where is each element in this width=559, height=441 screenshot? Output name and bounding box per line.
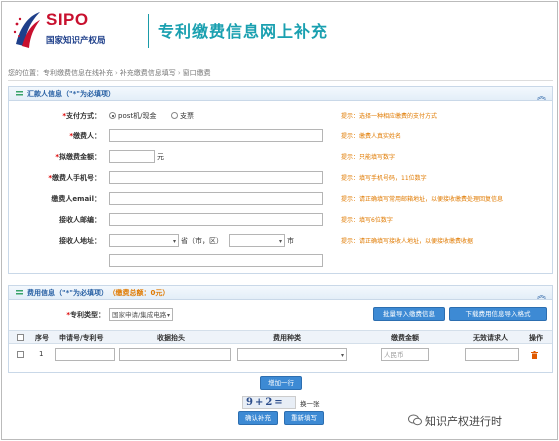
address-label: 接收人地址： <box>59 237 101 245</box>
amount-row: *拟缴费金额： 元 提示：只能填写数字 <box>9 150 552 164</box>
breadcrumb: 您的位置：专利缴费信息在线补充 › 补充缴费信息填写 › 窗口缴费 <box>8 68 211 78</box>
col-fee-type: 费用种类 <box>273 334 301 342</box>
sipo-emblem-icon <box>13 12 40 48</box>
page-frame: SIPO 国家知识产权局 专利缴费信息网上补充 您的位置：专利缴费信息在线补充 ›… <box>1 1 558 440</box>
postcode-label: 接收人邮编： <box>59 216 101 224</box>
payment-method-hint: 提示：选择一种相应缴费的支付方式 <box>341 113 438 120</box>
fee-type-select[interactable]: ▾ <box>237 348 347 361</box>
phone-row: *缴费人手机号： 提示：填写手机号码，11位数字 <box>9 171 552 185</box>
watermark-text: 知识产权进行时 <box>425 415 502 428</box>
amount-cell-input[interactable]: 人民币 <box>381 348 429 361</box>
chevron-down-icon: ▾ <box>166 312 170 319</box>
wechat-icon <box>408 414 422 426</box>
payer-info-panel: 汇款人信息（"*"为必填项） ︽ *支付方式： post机/现金 支票 提示：选… <box>8 86 553 274</box>
col-amount: 缴费金额 <box>391 334 419 342</box>
address-hint: 提示：请正确填写接收人地址，以便接收缴费收据 <box>341 238 474 245</box>
batch-import-button[interactable]: 批量导入缴费信息 <box>373 307 445 321</box>
payer-panel-title: 汇款人信息（"*"为必填项） <box>27 90 115 98</box>
email-input[interactable] <box>109 192 323 205</box>
patent-type-select[interactable]: 国家申请/集成电路 ▾ <box>109 308 173 321</box>
site-header: SIPO 国家知识产权局 专利缴费信息网上补充 <box>2 2 557 60</box>
address-detail-row <box>9 254 552 268</box>
phone-hint: 提示：填写手机号码，11位数字 <box>341 175 427 182</box>
sipo-logo[interactable]: SIPO 国家知识产权局 <box>10 8 146 54</box>
payer-panel-header: 汇款人信息（"*"为必填项） ︽ <box>9 87 552 102</box>
breadcrumb-separator: › <box>177 69 181 77</box>
amount-unit: 元 <box>157 153 164 161</box>
city-select[interactable]: ▾ <box>229 234 285 247</box>
breadcrumb-item: 窗口缴费 <box>182 69 211 77</box>
payment-method-label: *支付方式： <box>62 112 101 120</box>
phone-label: *缴费人手机号： <box>48 174 101 182</box>
radio-post-selected[interactable] <box>109 112 116 119</box>
col-invalid-requester: 无效请求人 <box>473 334 508 342</box>
header-divider <box>148 14 149 48</box>
collapse-chevron-icon[interactable]: ︽ <box>537 288 546 301</box>
phone-input[interactable] <box>109 171 323 184</box>
reset-button[interactable]: 重新填写 <box>284 411 324 425</box>
captcha-image: 9+2= <box>242 396 296 409</box>
select-all-checkbox[interactable] <box>17 334 24 341</box>
email-label: 缴费人email： <box>51 195 101 203</box>
fee-total: （缴费总额：0元） <box>111 289 170 297</box>
collapse-chevron-icon[interactable]: ︽ <box>537 89 546 102</box>
add-row-button[interactable]: 增加一行 <box>260 376 302 390</box>
payer-name-hint: 提示：缴费人真实姓名 <box>341 133 402 140</box>
payment-option-post[interactable]: post机/现金 <box>109 111 156 121</box>
payment-method-row: *支付方式： post机/现金 支票 提示：选择一种相应缴费的支付方式 <box>9 109 552 123</box>
patent-type-row: *专利类型： 国家申请/集成电路 ▾ 批量导入缴费信息 下载费用信息导入格式 <box>9 307 552 322</box>
fee-panel-header: 费用信息（"*"为必填项） （缴费总额：0元） ︽ <box>9 286 552 301</box>
postcode-input[interactable] <box>109 213 323 226</box>
amount-input[interactable] <box>109 150 155 163</box>
email-row: 缴费人email： 提示：请正确填写常用邮箱地址，以便接收缴费处理回复信息 <box>9 192 552 206</box>
city-suffix: 市 <box>287 237 294 245</box>
province-suffix: 省（市，区） <box>181 237 223 245</box>
postcode-row: 接收人邮编： 提示：填写6位数字 <box>9 213 552 227</box>
province-select[interactable]: ▾ <box>109 234 179 247</box>
download-template-button[interactable]: 下载费用信息导入格式 <box>449 307 547 321</box>
panel-bars-icon <box>16 91 23 97</box>
row-index: 1 <box>39 350 44 358</box>
receipt-title-input[interactable] <box>119 348 231 361</box>
patent-type-label: *专利类型： <box>66 311 105 319</box>
confirm-button[interactable]: 确认补充 <box>238 411 278 425</box>
col-app-no: 申请号/专利号 <box>59 334 104 342</box>
fee-table-header: 序号 申请号/专利号 收据抬头 费用种类 缴费金额 无效请求人 操作 <box>9 330 552 344</box>
chevron-down-icon: ▾ <box>278 238 282 245</box>
logo-text: SIPO <box>46 10 89 29</box>
breadcrumb-item[interactable]: 专利缴费信息在线补充 <box>43 69 113 77</box>
amount-label: *拟缴费金额： <box>55 153 101 161</box>
breadcrumb-item[interactable]: 补充缴费信息填写 <box>120 69 176 77</box>
site-title: 专利缴费信息网上补充 <box>158 22 329 41</box>
captcha-refresh-link[interactable]: 换一张 <box>300 398 320 408</box>
fee-panel-title: 费用信息（"*"为必填项） （缴费总额：0元） <box>27 289 170 297</box>
payer-name-row: *缴费人： 提示：缴费人真实姓名 <box>9 129 552 143</box>
col-index: 序号 <box>35 334 49 342</box>
app-no-input[interactable] <box>55 348 115 361</box>
chevron-down-icon: ▾ <box>340 352 344 359</box>
invalid-requester-input[interactable] <box>465 348 519 361</box>
breadcrumb-divider <box>8 80 553 81</box>
fee-info-panel: 费用信息（"*"为必填项） （缴费总额：0元） ︽ *专利类型： 国家申请/集成电… <box>8 285 553 373</box>
chevron-down-icon: ▾ <box>172 238 176 245</box>
logo-subtitle: 国家知识产权局 <box>46 36 106 46</box>
email-hint: 提示：请正确填写常用邮箱地址，以便接收缴费处理回复信息 <box>341 196 504 203</box>
address-detail-input[interactable] <box>109 254 323 267</box>
panel-bars-icon <box>16 290 23 296</box>
col-actions: 操作 <box>529 334 543 342</box>
amount-hint: 提示：只能填写数字 <box>341 154 396 161</box>
col-receipt-title: 收据抬头 <box>157 334 185 342</box>
row-checkbox[interactable] <box>17 351 24 358</box>
breadcrumb-prefix: 您的位置： <box>8 69 43 77</box>
table-row: 1 ▾ 人民币 <box>9 348 552 362</box>
payment-option-check[interactable]: 支票 <box>171 111 194 121</box>
radio-check[interactable] <box>171 112 178 119</box>
trash-icon[interactable] <box>531 351 538 359</box>
postcode-hint: 提示：填写6位数字 <box>341 217 393 224</box>
payer-name-label: *缴费人： <box>69 132 101 140</box>
payer-name-input[interactable] <box>109 129 323 142</box>
address-row: 接收人地址： ▾ 省（市，区） ▾ 市 提示：请正确填写接收人地址，以便接收缴费… <box>9 234 552 248</box>
breadcrumb-separator: › <box>115 69 118 77</box>
